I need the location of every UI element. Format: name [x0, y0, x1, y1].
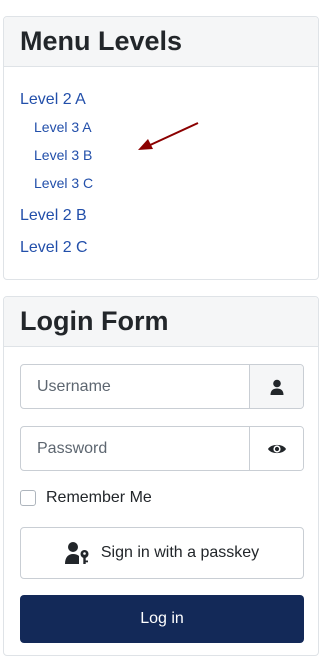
- user-icon: [270, 379, 283, 395]
- show-password-button[interactable]: [249, 427, 303, 470]
- remember-me-label: Remember Me: [46, 489, 152, 506]
- annotation-arrow-icon: [138, 122, 199, 150]
- login-form-card: Login Form Remember Me: [3, 296, 319, 656]
- login-button-label: Log in: [140, 610, 184, 627]
- remember-me: Remember Me: [20, 489, 152, 507]
- password-group: [20, 426, 304, 471]
- menu-item-level-2-a[interactable]: Level 2 A: [20, 91, 86, 109]
- login-form-title: Login Form: [20, 306, 169, 336]
- username-group: [20, 364, 304, 409]
- password-input[interactable]: [21, 427, 249, 470]
- menu-item-level-3-a[interactable]: Level 3 A: [34, 119, 92, 135]
- login-form-header: Login Form: [4, 297, 318, 347]
- username-addon: [249, 365, 303, 408]
- eye-icon: [267, 444, 286, 453]
- menu-item-level-2-c[interactable]: Level 2 C: [20, 239, 88, 257]
- user-key-icon: [64, 542, 89, 564]
- menu-levels-header: Menu Levels: [4, 17, 318, 67]
- remember-me-checkbox[interactable]: [20, 490, 36, 506]
- menu-item-level-3-b[interactable]: Level 3 B: [34, 147, 92, 163]
- username-input[interactable]: [21, 365, 249, 408]
- menu-item-level-3-c[interactable]: Level 3 C: [34, 175, 93, 191]
- menu-levels-card: Menu Levels Level 2 A Level 3 A Level 3 …: [3, 16, 319, 280]
- login-button[interactable]: Log in: [20, 595, 304, 643]
- passkey-label: Sign in with a passkey: [100, 544, 260, 561]
- menu-levels-title: Menu Levels: [20, 26, 183, 56]
- passkey-button[interactable]: Sign in with a passkey: [20, 527, 304, 579]
- menu-item-level-2-b[interactable]: Level 2 B: [20, 207, 87, 225]
